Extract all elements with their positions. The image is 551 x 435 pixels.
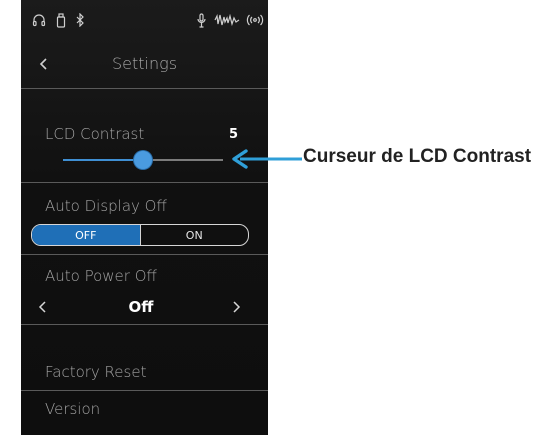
divider <box>21 182 268 183</box>
divider <box>21 88 268 89</box>
microphone-icon <box>196 12 206 28</box>
factory-reset-label: Factory Reset <box>45 363 147 381</box>
toggle-option-off[interactable]: OFF <box>32 225 141 245</box>
lcd-contrast-label: LCD Contrast <box>45 125 145 143</box>
bluetooth-icon <box>75 12 85 28</box>
lcd-contrast-slider-fill <box>63 159 143 161</box>
divider <box>21 324 268 325</box>
divider <box>21 254 268 255</box>
auto-display-off-label: Auto Display Off <box>45 197 167 215</box>
auto-power-off-prev-button[interactable] <box>33 293 53 321</box>
chevron-right-icon <box>233 301 241 313</box>
auto-power-off-value: Off <box>128 298 154 316</box>
usb-drive-icon <box>55 12 67 28</box>
page-title: Settings <box>111 54 178 73</box>
lcd-contrast-value: 5 <box>229 127 239 142</box>
lcd-contrast-slider-thumb[interactable] <box>134 151 152 169</box>
toggle-option-on[interactable]: ON <box>141 225 249 245</box>
annotation-arrow <box>232 149 302 169</box>
version-label: Version <box>45 400 101 418</box>
factory-reset-row[interactable]: Factory Reset <box>21 352 268 390</box>
auto-power-off-label: Auto Power Off <box>45 267 157 285</box>
annotation-label: Curseur de LCD Contrast <box>303 146 532 167</box>
sound-wave-icon <box>214 12 240 28</box>
settings-screen: Settings LCD Contrast 5 Auto Display Off… <box>21 0 268 435</box>
header: Settings <box>21 50 268 78</box>
auto-display-off-toggle[interactable]: OFF ON <box>31 224 249 246</box>
chevron-left-icon <box>38 301 46 313</box>
status-bar <box>21 8 268 34</box>
version-row[interactable]: Version <box>21 391 268 431</box>
wireless-icon <box>245 12 265 28</box>
auto-power-off-next-button[interactable] <box>226 293 246 321</box>
headphones-icon <box>32 12 46 28</box>
lcd-contrast-slider[interactable] <box>63 151 223 169</box>
